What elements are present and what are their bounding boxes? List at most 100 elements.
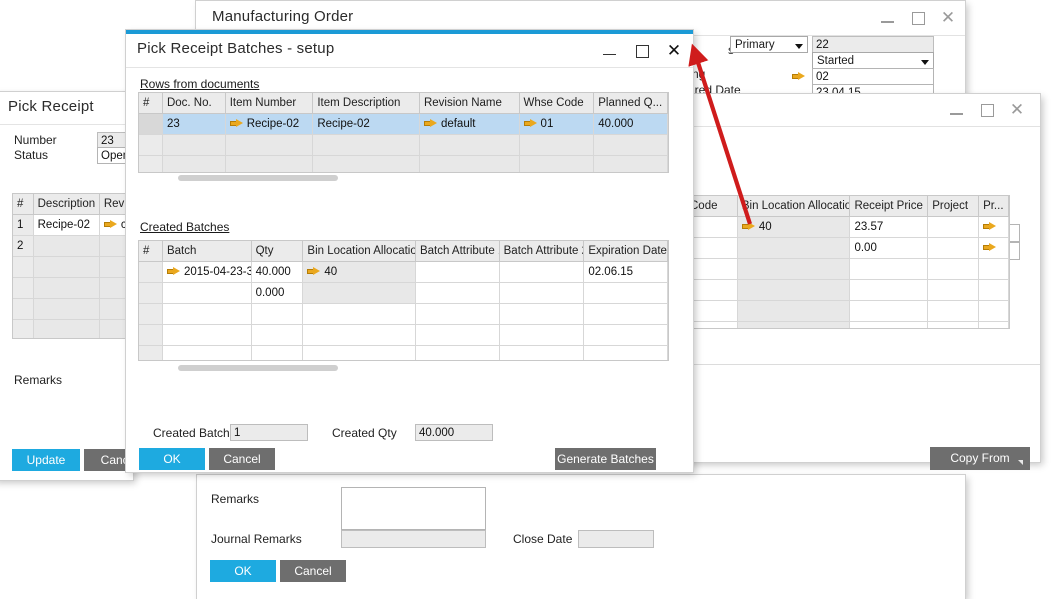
table-row[interactable]: [139, 346, 668, 361]
table-row[interactable]: 40 23.57: [686, 217, 1009, 238]
cell-attr2[interactable]: [500, 283, 585, 303]
cell-attr1[interactable]: [416, 262, 500, 282]
col-item-number[interactable]: Item Number: [226, 93, 314, 113]
cell-price[interactable]: [850, 301, 928, 321]
bottom-remarks-field[interactable]: [341, 487, 486, 530]
col-batch-attribute-1[interactable]: Batch Attribute 1: [416, 241, 500, 261]
cell-batch[interactable]: [163, 325, 252, 345]
link-arrow-icon[interactable]: [792, 72, 805, 81]
link-arrow-icon[interactable]: [742, 222, 755, 231]
col-code[interactable]: Code: [686, 196, 738, 216]
col-description[interactable]: Description: [34, 194, 100, 214]
cell-description[interactable]: [34, 236, 100, 256]
cell-qty[interactable]: 0.000: [252, 283, 304, 303]
cell-description[interactable]: [34, 257, 100, 277]
cell-description[interactable]: Recipe-02: [34, 215, 100, 235]
cell-doc-no[interactable]: 23: [163, 114, 226, 134]
cell-description[interactable]: [34, 299, 100, 319]
table-row[interactable]: [13, 257, 141, 278]
cell-qty[interactable]: [252, 325, 304, 345]
col-bin-location-allocation[interactable]: Bin Location Allocation: [738, 196, 851, 216]
cell-whse-code[interactable]: [520, 156, 595, 173]
cell-item-description[interactable]: Recipe-02: [313, 114, 420, 134]
cell-qty[interactable]: [252, 346, 304, 361]
cell-price[interactable]: 23.57: [850, 217, 928, 237]
cell-bin[interactable]: [303, 325, 416, 345]
table-row[interactable]: [13, 299, 141, 320]
col-index[interactable]: #: [139, 241, 163, 261]
table-row[interactable]: [686, 280, 1009, 301]
cell-item-description[interactable]: [313, 156, 420, 173]
ok-button[interactable]: OK: [210, 560, 276, 582]
cell-bin[interactable]: [303, 304, 416, 324]
col-project[interactable]: Project: [928, 196, 979, 216]
cell-revision-name[interactable]: default: [420, 114, 520, 134]
cell-expiration[interactable]: [584, 346, 668, 361]
cell-attr1[interactable]: [416, 325, 500, 345]
mo-status-combo[interactable]: Started: [812, 52, 934, 69]
table-row[interactable]: [139, 325, 668, 346]
cell-attr2[interactable]: [500, 304, 585, 324]
cell-expiration[interactable]: [584, 304, 668, 324]
cell-batch[interactable]: 2015-04-23-37: [163, 262, 252, 282]
cell-attr2[interactable]: [500, 262, 585, 282]
col-batch-attribute-2[interactable]: Batch Attribute 2: [500, 241, 585, 261]
table-row[interactable]: [686, 301, 1009, 322]
minimize-icon[interactable]: [948, 101, 966, 119]
table-row[interactable]: [13, 278, 141, 299]
col-planned-qty[interactable]: Planned Q...: [594, 93, 668, 113]
cell-revision-name[interactable]: [420, 135, 520, 155]
close-icon[interactable]: ✕: [665, 42, 683, 60]
cell-pr[interactable]: [979, 259, 1009, 279]
cell-bin[interactable]: 40: [738, 217, 851, 237]
link-arrow-icon[interactable]: [424, 119, 437, 128]
table-row[interactable]: 23 Recipe-02 Recipe-02 default 01 40.000: [139, 114, 668, 135]
generate-batches-button[interactable]: Generate Batches: [555, 448, 656, 470]
cell-expiration[interactable]: [584, 283, 668, 303]
cell-price[interactable]: [850, 322, 928, 329]
cell-expiration[interactable]: [584, 325, 668, 345]
mo-primary-combo[interactable]: Primary: [730, 36, 808, 53]
cell-expiration[interactable]: 02.06.15: [584, 262, 668, 282]
table-row[interactable]: [139, 304, 668, 325]
cell-description[interactable]: [34, 278, 100, 298]
update-button[interactable]: Update: [12, 449, 80, 471]
table-row[interactable]: 0.000: [139, 283, 668, 304]
close-icon[interactable]: ✕: [1008, 101, 1026, 119]
cell-planned-qty[interactable]: 40.000: [594, 114, 668, 134]
cell-batch[interactable]: [163, 346, 252, 361]
batches-grid-horizontal-scrollbar[interactable]: [178, 365, 338, 371]
cell-planned-qty[interactable]: [594, 156, 668, 173]
table-row[interactable]: 0.00: [686, 238, 1009, 259]
col-revision-name[interactable]: Revision Name: [420, 93, 520, 113]
col-batch[interactable]: Batch: [163, 241, 252, 261]
maximize-icon[interactable]: [978, 101, 996, 119]
cell-attr1[interactable]: [416, 304, 500, 324]
maximize-icon[interactable]: [909, 9, 927, 27]
cancel-button[interactable]: Cancel: [280, 560, 346, 582]
col-doc-no[interactable]: Doc. No.: [163, 93, 226, 113]
col-whse-code[interactable]: Whse Code: [520, 93, 595, 113]
cell-item-description[interactable]: [313, 135, 420, 155]
copy-from-button[interactable]: Copy From: [930, 447, 1030, 470]
cell-bin[interactable]: [738, 322, 851, 329]
cell-bin[interactable]: [738, 238, 851, 258]
dialog-ok-button[interactable]: OK: [139, 448, 205, 470]
table-row[interactable]: [139, 156, 668, 173]
cell-bin[interactable]: [738, 301, 851, 321]
minimize-icon[interactable]: [879, 9, 897, 27]
table-row[interactable]: 1 Recipe-02 co: [13, 215, 141, 236]
cell-bin[interactable]: [303, 283, 416, 303]
cell-price[interactable]: [850, 259, 928, 279]
col-index[interactable]: #: [139, 93, 163, 113]
cell-pr[interactable]: [979, 280, 1009, 300]
cell-revision-name[interactable]: [420, 156, 520, 173]
table-row[interactable]: [686, 259, 1009, 280]
cell-pr[interactable]: [979, 322, 1009, 329]
cell-planned-qty[interactable]: [594, 135, 668, 155]
cell-qty[interactable]: 40.000: [252, 262, 304, 282]
cell-attr2[interactable]: [500, 325, 585, 345]
cell-doc-no[interactable]: [163, 156, 226, 173]
cell-pr[interactable]: [979, 301, 1009, 321]
col-pr[interactable]: Pr...: [979, 196, 1009, 216]
